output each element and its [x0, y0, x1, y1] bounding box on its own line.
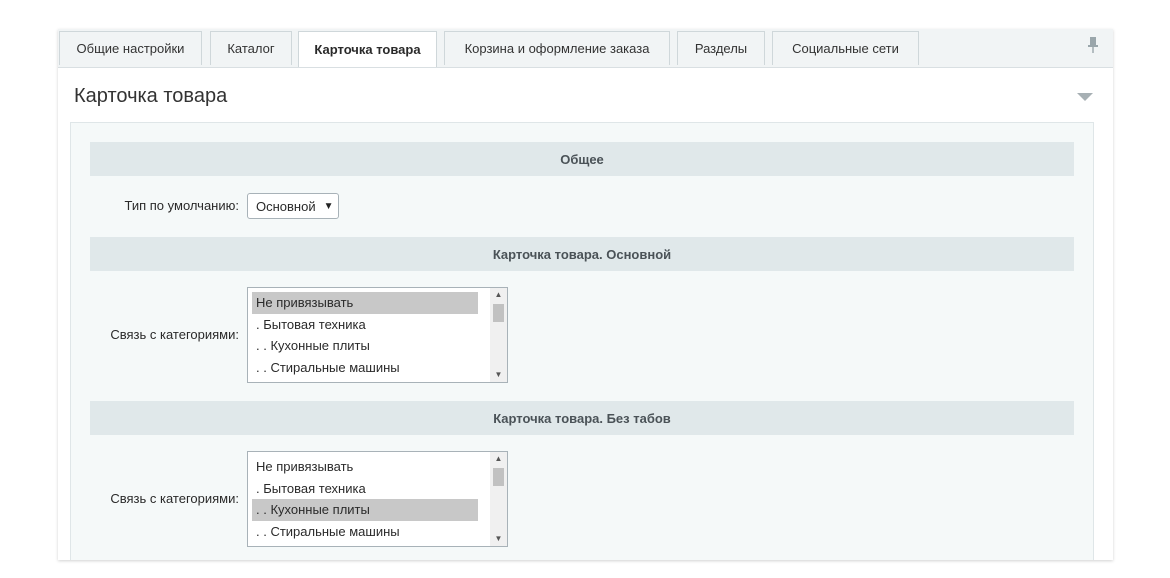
settings-panel: Общие настройки Каталог Карточка товара … [58, 29, 1113, 560]
listbox-scrollbar[interactable]: ▲ ▼ [490, 288, 507, 382]
tab-bar: Общие настройки Каталог Карточка товара … [58, 29, 1113, 68]
listbox-scrollbar[interactable]: ▲ ▼ [490, 452, 507, 546]
category-link-listbox-notabs[interactable]: Не привязывать . Бытовая техника . . Кух… [247, 451, 508, 547]
default-type-value: Основной [256, 198, 316, 214]
list-option[interactable]: Не привязывать [252, 292, 478, 314]
list-option[interactable]: . . Стиральные машины [252, 357, 478, 379]
group-heading-card-notabs: Карточка товара. Без табов [90, 401, 1074, 435]
group-heading-card-main: Карточка товара. Основной [90, 237, 1074, 271]
list-option[interactable]: . . Стиральные машины [252, 521, 478, 543]
scroll-up-icon[interactable]: ▲ [490, 452, 507, 466]
default-type-label: Тип по умолчанию: [124, 198, 239, 213]
list-option[interactable]: Не привязывать [252, 456, 478, 478]
tab-product-card[interactable]: Карточка товара [298, 31, 437, 67]
tab-general-settings[interactable]: Общие настройки [59, 31, 202, 65]
pin-icon-glyph [1088, 37, 1098, 53]
list-option[interactable]: . Бытовая техника [252, 314, 478, 336]
scroll-down-icon[interactable]: ▼ [490, 532, 507, 546]
list-option[interactable]: . . Кухонные плиты [252, 335, 478, 357]
tab-cart-checkout[interactable]: Корзина и оформление заказа [444, 31, 670, 65]
tab-social-networks[interactable]: Социальные сети [772, 31, 919, 65]
scrollbar-thumb[interactable] [493, 304, 504, 322]
list-option[interactable]: . . Кухонные плиты [252, 499, 478, 521]
default-type-select[interactable]: Основной ▼ [247, 193, 339, 219]
group-heading-general: Общее [90, 142, 1074, 176]
settings-content: Общее Тип по умолчанию: Основной ▼ Карто… [70, 122, 1094, 560]
scrollbar-thumb[interactable] [493, 468, 504, 486]
caret-down-icon: ▼ [323, 200, 334, 212]
tab-sections[interactable]: Разделы [677, 31, 765, 65]
collapse-arrow-icon[interactable] [1077, 93, 1093, 101]
list-option[interactable]: . Бытовая техника [252, 478, 478, 500]
tab-catalog[interactable]: Каталог [210, 31, 292, 65]
category-link-label: Связь с категориями: [110, 491, 239, 506]
section-title: Карточка товара [74, 85, 228, 107]
category-link-label: Связь с категориями: [110, 327, 239, 342]
scroll-down-icon[interactable]: ▼ [490, 368, 507, 382]
listbox-options: Не привязывать . Бытовая техника . . Кух… [248, 456, 478, 542]
scroll-up-icon[interactable]: ▲ [490, 288, 507, 302]
listbox-options: Не привязывать . Бытовая техника . . Кух… [248, 292, 478, 378]
pin-icon[interactable] [1085, 36, 1101, 56]
category-link-listbox-main[interactable]: Не привязывать . Бытовая техника . . Кух… [247, 287, 508, 383]
